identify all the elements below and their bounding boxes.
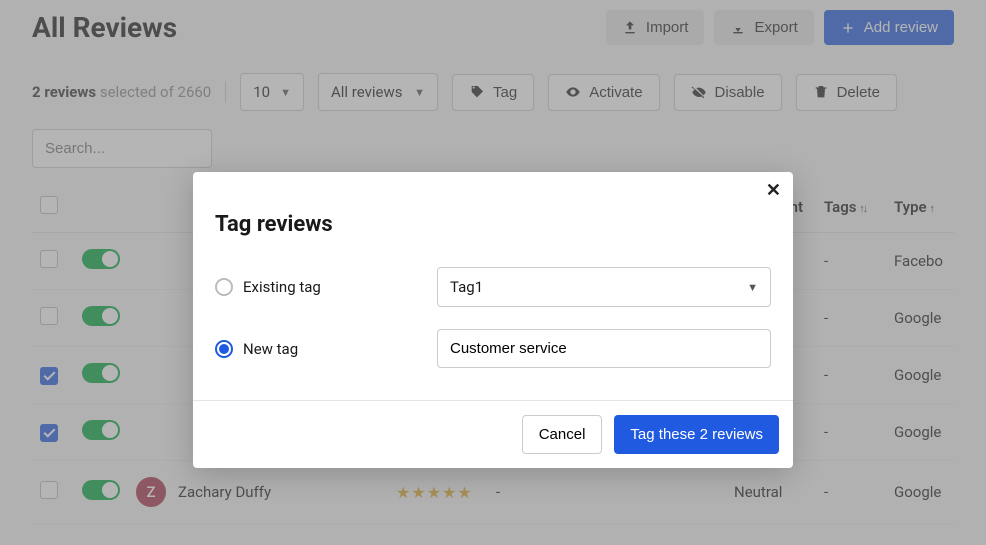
new-tag-input[interactable] <box>437 329 771 368</box>
existing-tag-select[interactable]: Tag1 ▼ <box>437 267 771 307</box>
radio-icon <box>215 278 233 296</box>
radio-icon <box>215 340 233 358</box>
chevron-down-icon: ▼ <box>747 281 758 294</box>
existing-tag-radio[interactable]: Existing tag <box>215 278 375 296</box>
new-tag-radio[interactable]: New tag <box>215 340 375 358</box>
confirm-tag-button[interactable]: Tag these 2 reviews <box>614 415 779 454</box>
close-icon[interactable]: ✕ <box>766 180 781 201</box>
modal-title: Tag reviews <box>193 172 793 259</box>
cancel-button[interactable]: Cancel <box>522 415 603 454</box>
tag-reviews-modal: ✕ Tag reviews Existing tag Tag1 ▼ New ta… <box>193 172 793 468</box>
modal-overlay[interactable]: ✕ Tag reviews Existing tag Tag1 ▼ New ta… <box>0 0 986 545</box>
